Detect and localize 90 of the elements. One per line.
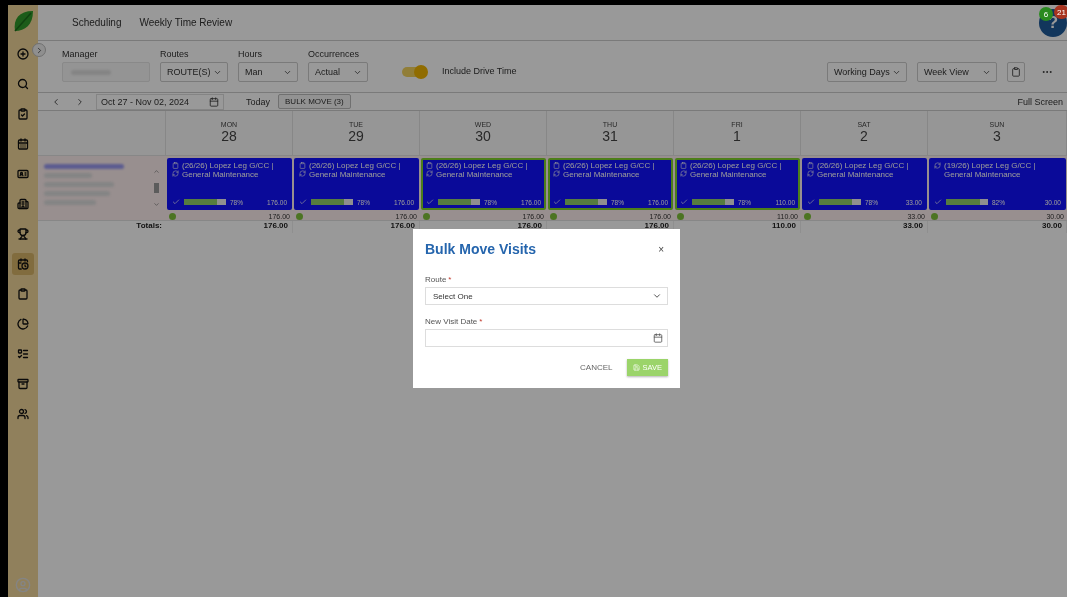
status-dot-icon [296, 213, 303, 220]
clipboard-icon [172, 162, 179, 169]
total-cell: 33.00 [801, 221, 928, 233]
status-dot-icon [169, 213, 176, 220]
clipboard-icon [426, 162, 433, 169]
status-dot-icon [804, 213, 811, 220]
clipboard-icon [680, 162, 687, 169]
view-select[interactable]: Week View [917, 62, 997, 82]
card-subtitle: General Maintenance [563, 170, 641, 179]
status-dot-icon [550, 213, 557, 220]
total-cell: 176.00 [166, 221, 293, 233]
refresh-icon [680, 170, 687, 177]
card-subtitle: General Maintenance [309, 170, 387, 179]
status-dot-icon [931, 213, 938, 220]
date-field[interactable] [425, 329, 668, 347]
breadcrumb-link[interactable]: Scheduling [72, 17, 122, 28]
refresh-icon [553, 170, 560, 177]
chevron-down-icon [652, 291, 662, 301]
building-icon [17, 198, 29, 210]
refresh-icon [807, 170, 814, 177]
clipboard-icon [553, 162, 560, 169]
refresh-icon [426, 170, 433, 177]
card-subtitle: General Maintenance [436, 170, 514, 179]
trophy-icon [17, 228, 29, 240]
card-subtitle: General Maintenance [182, 170, 260, 179]
card-title: (26/26) Lopez Leg G/CC | [690, 161, 782, 170]
clipboard-icon [299, 162, 306, 169]
archive-icon [17, 378, 29, 390]
field-label: Route * [425, 275, 453, 284]
check-icon [934, 198, 942, 206]
drive-time-toggle[interactable] [402, 67, 426, 77]
field-label: Routes [160, 49, 190, 59]
leaf-logo [11, 9, 35, 33]
check-icon [426, 198, 434, 206]
view-select[interactable]: Working Days [827, 62, 907, 82]
card-subtitle: General Maintenance [817, 170, 895, 179]
breadcrumb-link[interactable]: Weekly Time Review [139, 17, 233, 28]
calendar-icon [209, 96, 219, 107]
select-field[interactable]: Man [238, 62, 298, 82]
check-icon [299, 198, 307, 206]
calendar-clock-icon [17, 258, 29, 270]
field-label: New Visit Date * [425, 317, 484, 326]
plus-circle-icon [17, 48, 29, 60]
calendar-icon [653, 333, 663, 343]
sidebar-item[interactable] [12, 253, 34, 275]
total-cell: 30.00 [928, 221, 1067, 233]
search-icon [17, 78, 29, 90]
card-title: (26/26) Lopez Leg G/CC | [436, 161, 528, 170]
status-dot-icon [677, 213, 684, 220]
full-screen-link[interactable]: Full Screen [1017, 96, 1063, 107]
field-label: Hours [238, 49, 263, 59]
card-subtitle: General Maintenance [690, 170, 768, 179]
refresh-icon [934, 162, 941, 169]
checklist-icon [17, 348, 29, 360]
clipboard-icon[interactable] [1007, 62, 1025, 82]
card-title: (26/26) Lopez Leg G/CC | [309, 161, 401, 170]
refresh-icon [172, 170, 179, 177]
cancel-button[interactable]: CANCEL [574, 362, 619, 373]
calendar-icon [17, 138, 29, 150]
card-subtitle: General Maintenance [944, 170, 1022, 179]
pie-chart-icon [17, 318, 29, 330]
clipboard-check-icon [17, 108, 29, 120]
field-label: Occurrences [308, 49, 361, 59]
route-select[interactable]: Select One [425, 287, 668, 305]
select-field[interactable]: ROUTE(S) [160, 62, 228, 82]
today-button[interactable]: Today [246, 96, 271, 107]
clipboard-icon [17, 288, 29, 300]
field-label: Manager [62, 49, 99, 59]
card-title: (19/26) Lopez Leg G/CC | [944, 161, 1036, 170]
id-card-icon [17, 168, 29, 180]
clipboard-icon [807, 162, 814, 169]
refresh-icon [299, 170, 306, 177]
users-icon [17, 408, 29, 420]
save-icon [632, 364, 640, 371]
check-icon [172, 198, 180, 206]
bulk-move-button[interactable]: BULK MOVE (3) [278, 94, 351, 109]
toggle-label: Include Drive Time [442, 66, 517, 76]
date-range-field[interactable]: Oct 27 - Nov 02, 2024 [96, 93, 224, 110]
card-title: (26/26) Lopez Leg G/CC | [817, 161, 909, 170]
status-dot-icon [423, 213, 430, 220]
dialog-title: Bulk Move Visits [425, 241, 536, 257]
totals-label: Totals: [135, 221, 163, 232]
close-button[interactable]: × [654, 243, 668, 255]
expand-icon[interactable] [32, 43, 46, 57]
check-icon [807, 198, 815, 206]
card-title: (26/26) Lopez Leg G/CC | [182, 161, 274, 170]
check-icon [680, 198, 688, 206]
check-icon [553, 198, 561, 206]
select-field[interactable]: Actual [308, 62, 368, 82]
card-title: (26/26) Lopez Leg G/CC | [563, 161, 655, 170]
